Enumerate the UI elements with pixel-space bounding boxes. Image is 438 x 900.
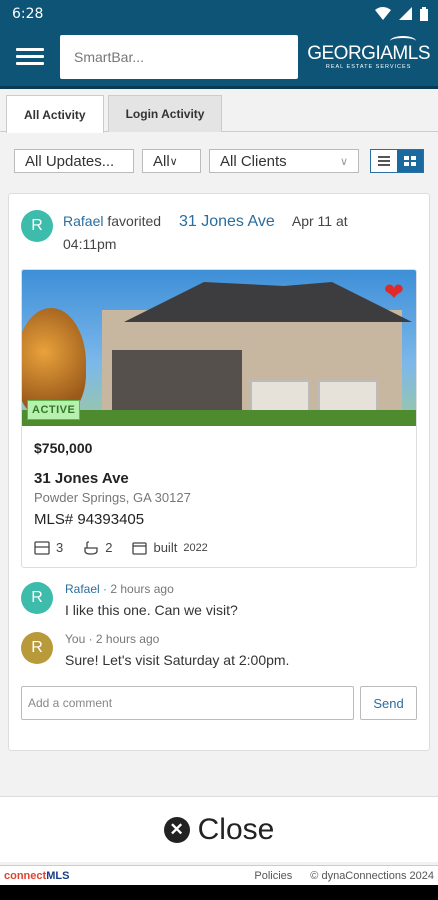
tab-login-activity[interactable]: Login Activity	[107, 95, 223, 132]
activity-text: Rafael favorited 31 Jones Ave Apr 11 at …	[63, 210, 348, 255]
listing-address: 31 Jones Ave	[34, 470, 129, 487]
beds-count: 3	[56, 540, 64, 555]
comment-text: Sure! Let's visit Saturday at 2:00pm.	[65, 652, 290, 668]
logo-wordmark: GEORGIAMLS	[307, 36, 430, 65]
status-badge: ACTIVE	[27, 400, 81, 420]
listing-price: $750,000	[34, 440, 93, 456]
app-header: GEORGIAMLS REAL ESTATE SERVICES	[0, 27, 438, 89]
scope-filter-value: All	[153, 152, 170, 170]
scope-filter-select[interactable]: All ∨	[142, 149, 201, 173]
activity-user[interactable]: Rafael	[63, 213, 103, 229]
wifi-icon	[375, 7, 391, 20]
comment-item: R You · 2 hours ago Sure! Let's visit Sa…	[21, 632, 417, 668]
comment-time: · 2 hours ago	[103, 582, 174, 596]
status-icons	[375, 6, 428, 21]
close-button[interactable]: ✕ Close	[0, 796, 438, 862]
activity-action: favorited	[107, 213, 162, 229]
tab-all-activity[interactable]: All Activity	[6, 95, 104, 133]
policies-link[interactable]: Policies	[254, 870, 292, 882]
baths-count: 2	[105, 540, 113, 555]
avatar: R	[21, 210, 53, 242]
send-button[interactable]: Send	[360, 686, 417, 720]
calendar-icon	[132, 541, 148, 555]
comment-author: You	[65, 632, 86, 646]
listing-info: $750,000 31 Jones Ave Powder Springs, GA…	[22, 426, 416, 567]
comment-time: · 2 hours ago	[88, 632, 160, 646]
footer: connectMLS Policies © dynaConnections 20…	[0, 865, 438, 885]
comment-compose: Send	[21, 686, 417, 720]
comment-author: Rafael	[65, 582, 100, 596]
chevron-down-icon: ∨	[169, 155, 178, 168]
copyright: © dynaConnections 2024	[310, 869, 434, 882]
signal-icon	[399, 7, 412, 20]
grid-icon	[404, 156, 416, 166]
list-view-button[interactable]	[371, 150, 397, 172]
status-time: 6:28	[12, 5, 44, 22]
view-toggle	[370, 149, 424, 173]
comment-meta: Rafael · 2 hours ago	[65, 582, 238, 596]
connectmls-logo: connectMLS	[4, 869, 70, 882]
clients-filter-select[interactable]: All Clients ∨	[209, 149, 359, 173]
listing-photo[interactable]: ❤ ACTIVE	[22, 270, 416, 426]
activity-time: 04:11pm	[63, 236, 117, 252]
avatar: R	[21, 632, 53, 664]
comment-input[interactable]	[21, 686, 354, 720]
close-icon: ✕	[163, 816, 190, 843]
listing-card[interactable]: ❤ ACTIVE $750,000 31 Jones Ave Powder Sp…	[21, 269, 417, 568]
comment-meta: You · 2 hours ago	[65, 632, 289, 646]
menu-icon[interactable]	[16, 48, 44, 65]
listing-city: Powder Springs, GA 30127	[34, 490, 191, 505]
activity-address-link[interactable]: 31 Jones Ave	[179, 213, 275, 230]
filter-bar: All Updates... All ∨ All Clients ∨	[0, 149, 438, 173]
georgia-mls-logo: GEORGIAMLS REAL ESTATE SERVICES	[307, 36, 430, 70]
listing-mls-number: MLS# 94393405	[34, 511, 145, 528]
avatar: R	[21, 582, 53, 614]
built-label: built	[153, 540, 178, 555]
activity-card: R Rafael favorited 31 Jones Ave Apr 11 a…	[8, 193, 430, 751]
activity-tabs: All Activity Login Activity	[0, 89, 438, 133]
activity-date: Apr 11 at	[291, 213, 348, 229]
status-bar: 6:28	[0, 0, 438, 27]
built-year: 2022	[183, 541, 208, 554]
comment-item: R Rafael · 2 hours ago I like this one. …	[21, 582, 417, 618]
battery-icon	[420, 6, 428, 21]
grid-view-button[interactable]	[397, 150, 423, 172]
listing-features: 3 2 built 2022	[34, 540, 404, 555]
updates-filter-select[interactable]: All Updates...	[14, 149, 134, 173]
chevron-down-icon: ∨	[339, 155, 348, 168]
clients-filter-value: All Clients	[220, 152, 287, 170]
comment-text: I like this one. Can we visit?	[65, 602, 238, 618]
favorite-heart-icon[interactable]: ❤	[384, 278, 404, 307]
close-label: Close	[197, 812, 275, 846]
bed-icon	[34, 540, 50, 555]
smartbar-input[interactable]	[60, 34, 298, 79]
activity-header: R Rafael favorited 31 Jones Ave Apr 11 a…	[21, 210, 417, 255]
list-icon	[378, 156, 390, 166]
bath-icon	[84, 540, 98, 555]
system-nav-bar	[0, 885, 438, 900]
